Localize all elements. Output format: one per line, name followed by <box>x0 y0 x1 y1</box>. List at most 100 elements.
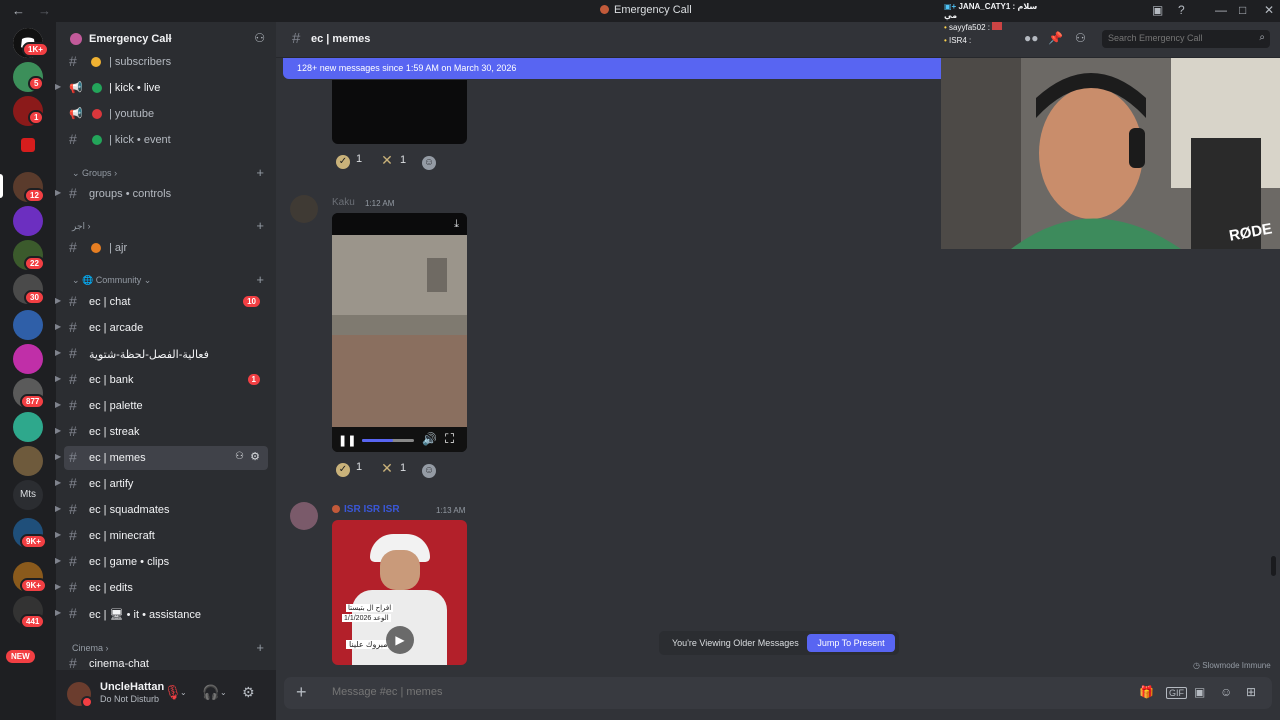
slowmode-text: Slowmode Immune <box>1202 661 1271 670</box>
category-groups[interactable]: ⌄ Groups › <box>72 168 117 179</box>
add-reaction-icon[interactable]: ☺ <box>422 464 436 478</box>
pause-icon[interactable]: ❚❚ <box>338 434 356 447</box>
hash-icon: # <box>69 397 77 413</box>
mention-badge: 10 <box>243 296 260 307</box>
chevron-right-icon: ▶ <box>55 478 62 487</box>
play-icon[interactable]: ▶ <box>386 626 414 654</box>
new-servers-pill[interactable]: NEW <box>6 650 35 663</box>
fullscreen-icon[interactable]: ⛶ <box>445 431 454 447</box>
download-icon[interactable]: ⤓ <box>454 218 459 231</box>
channel-ec-it-assistance[interactable]: ▶ # ec | 🖥 • it • assistance <box>55 602 268 626</box>
channel-ec-chat[interactable]: ▶ # ec | chat 10 <box>55 290 268 314</box>
emoji-icon[interactable]: ☺ <box>1220 685 1232 699</box>
channel-label: ec | game • clips <box>89 556 170 568</box>
pin-icon[interactable]: 📌 <box>1048 31 1063 45</box>
avatar[interactable] <box>290 195 318 223</box>
member-list-icon[interactable]: ⚇ <box>1075 31 1086 45</box>
channel-youtube[interactable]: 📢 | youtube <box>64 102 268 126</box>
message-input[interactable] <box>332 686 1032 698</box>
server-icon[interactable] <box>13 310 43 340</box>
server-icon[interactable] <box>13 412 43 442</box>
hash-icon: # <box>69 53 77 69</box>
chevron-down-icon: ⌄ <box>166 32 174 42</box>
video-thumbnail[interactable]: افراح ال بتيستا الوعد 1/1/2026 مبروك علي… <box>332 520 467 665</box>
category-arabic[interactable]: اجر › <box>72 221 91 232</box>
channel-ec-bank[interactable]: ▶ # ec | bank 1 <box>55 368 268 392</box>
invite-icon[interactable]: ⚇ <box>235 451 244 462</box>
channel-ec-artify[interactable]: ▶ # ec | artify <box>55 472 268 496</box>
channel-ec-edits[interactable]: ▶ # ec | edits <box>55 576 268 600</box>
channel-ec-memes[interactable]: ▶ # ec | memes ⚇ ⚙ <box>55 446 268 470</box>
chevron-down-icon[interactable]: ⌄ <box>220 688 227 697</box>
caption-text: مبروك علينا <box>346 640 391 649</box>
channel-ec-streak[interactable]: ▶ # ec | streak <box>55 420 268 444</box>
add-attachment-icon[interactable]: + <box>296 682 307 703</box>
x-emoji-icon: ✕ <box>381 152 393 168</box>
category-cinema[interactable]: Cinema › <box>72 643 109 653</box>
gear-icon[interactable]: ⚙ <box>242 684 255 701</box>
search-input[interactable] <box>1108 33 1248 43</box>
message-media[interactable] <box>332 80 467 144</box>
reaction-x[interactable]: ✕ 1 <box>380 153 406 173</box>
server-badge: 877 <box>20 394 46 409</box>
volume-icon[interactable]: 🔊 <box>422 432 437 446</box>
gift-icon[interactable]: 🎁 <box>1139 685 1154 699</box>
minimize-icon[interactable]: — <box>1215 3 1227 17</box>
reaction-check[interactable]: ✓ 1 <box>336 153 362 173</box>
help-icon[interactable]: ? <box>1178 3 1185 17</box>
video-player[interactable]: ⤓ ❚❚ 🔊 ⛶ <box>332 213 467 452</box>
server-icon[interactable] <box>13 446 43 476</box>
server-icon[interactable] <box>21 138 35 152</box>
reaction-check[interactable]: ✓ 1 <box>336 461 362 481</box>
forward-arrow-icon[interactable]: → <box>38 3 51 18</box>
gear-icon[interactable]: ⚙ <box>250 450 260 463</box>
add-member-icon[interactable]: ⚇ <box>254 31 265 45</box>
x-emoji-icon: ✕ <box>381 460 393 476</box>
reaction-x[interactable]: ✕ 1 <box>380 461 406 481</box>
inbox-icon[interactable]: ▣ <box>1152 3 1163 17</box>
new-messages-bar[interactable]: 128+ new messages since 1:59 AM on March… <box>283 58 941 79</box>
channel-event-winter[interactable]: ▶ # فعالية-الفصل-لحظة-شتوية <box>55 342 268 366</box>
close-icon[interactable]: ✕ <box>1264 3 1274 17</box>
add-channel-icon[interactable]: + <box>256 218 264 233</box>
channel-groups-controls[interactable]: ▶ # groups • controls <box>55 182 268 206</box>
webcam-image <box>941 58 1280 249</box>
server-icon[interactable] <box>13 206 43 236</box>
hash-icon: # <box>292 30 301 47</box>
headset-deafened-icon[interactable]: 🎧 <box>202 684 219 701</box>
channel-kick-event[interactable]: # | kick • event <box>64 128 268 152</box>
chevron-down-icon[interactable]: ⌄ <box>180 688 187 697</box>
scrollbar-thumb[interactable] <box>1271 556 1276 576</box>
jump-to-present-button[interactable]: Jump To Present <box>807 634 895 652</box>
username[interactable]: UncleHattan <box>100 681 164 693</box>
server-icon[interactable] <box>13 344 43 374</box>
role-icon <box>332 505 340 513</box>
video-progress-track[interactable] <box>362 439 414 442</box>
channel-ec-palette[interactable]: ▶ # ec | palette <box>55 394 268 418</box>
add-channel-icon[interactable]: + <box>256 640 264 655</box>
channel-ec-minecraft[interactable]: ▶ # ec | minecraft <box>55 524 268 548</box>
channel-ec-arcade[interactable]: ▶ # ec | arcade <box>55 316 268 340</box>
channel-subscribers[interactable]: # | subscribers <box>64 50 268 74</box>
back-arrow-icon[interactable]: ← <box>12 3 25 18</box>
add-reaction-icon[interactable]: ☺ <box>422 156 436 170</box>
channel-ec-squadmates[interactable]: ▶ # ec | squadmates <box>55 498 268 522</box>
maximize-icon[interactable]: □ <box>1239 3 1246 17</box>
apps-icon[interactable]: ⊞ <box>1246 685 1256 699</box>
channel-cinema-chat[interactable]: # cinema-chat <box>64 657 268 671</box>
channel-kick-live[interactable]: ▶ 📢 | kick • live <box>55 76 268 100</box>
channel-ec-game-clips[interactable]: ▶ # ec | game • clips <box>55 550 268 574</box>
server-icon-text[interactable]: Mts <box>13 480 43 510</box>
gif-icon[interactable]: GIF <box>1166 687 1187 699</box>
message-author[interactable]: Kaku <box>332 197 355 208</box>
search-box[interactable]: ⌕ <box>1102 30 1270 48</box>
sticker-icon[interactable]: ▣ <box>1194 685 1205 699</box>
avatar[interactable] <box>67 682 93 708</box>
server-badge: 12 <box>24 188 45 203</box>
avatar[interactable] <box>290 502 318 530</box>
channel-ajr[interactable]: # | ajr <box>64 236 268 260</box>
category-community[interactable]: ⌄ 🌐 Community ⌄ <box>72 275 151 286</box>
add-channel-icon[interactable]: + <box>256 272 264 287</box>
message-author[interactable]: ISR ISR ISR <box>344 504 400 515</box>
add-channel-icon[interactable]: + <box>256 165 264 180</box>
